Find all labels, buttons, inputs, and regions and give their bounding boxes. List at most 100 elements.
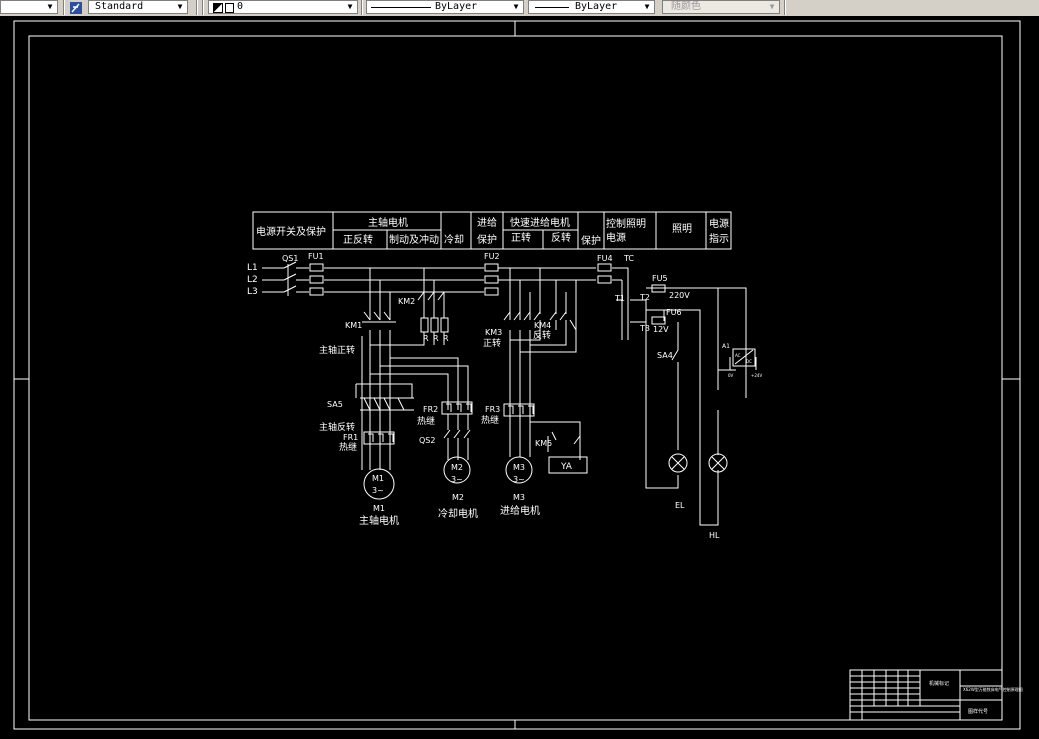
label-thermal2: 热继: [417, 415, 435, 427]
hdr-brake: 制动及冲动: [389, 233, 439, 246]
label-L1: L1: [247, 263, 258, 273]
m1-name: M1: [373, 504, 385, 513]
label-reverse: 反转: [533, 329, 551, 341]
motor-m2-phase: 3~: [451, 475, 463, 484]
label-spindle-rev: 主轴反转: [319, 421, 355, 433]
hdr-power-ind-1: 电源: [709, 217, 729, 230]
label-0v: 0V: [728, 373, 734, 378]
motor-m1-phase: 3~: [372, 486, 384, 495]
hdr-protect: 保护: [581, 234, 601, 247]
chevron-down-icon[interactable]: ▼: [174, 1, 186, 13]
label-24v: +24V: [751, 373, 762, 378]
drawing-canvas[interactable]: 电源开关及保护 主轴电机 正反转 制动及冲动 冷却 进给 保护 快速进给电机 正…: [0, 16, 1039, 739]
hdr-forward-reverse: 正反转: [343, 233, 373, 246]
label-dc: DC: [746, 359, 752, 364]
label-QS1: QS1: [282, 254, 298, 263]
hdr-lighting: 照明: [672, 223, 692, 235]
hdr-forward: 正转: [511, 231, 531, 244]
label-thermal1: 热继: [339, 441, 357, 453]
label-KM3: KM3: [485, 328, 502, 337]
chevron-down-icon[interactable]: ▼: [510, 1, 522, 13]
label-FU5: FU5: [652, 274, 668, 283]
label-EL: EL: [675, 501, 685, 510]
label-KM5: KM5: [535, 439, 552, 448]
toolbar-separator: [63, 0, 65, 15]
label-FR3: FR3: [485, 405, 500, 414]
chevron-down-icon[interactable]: ▼: [344, 1, 356, 13]
label-FU2: FU2: [484, 252, 500, 261]
m3-desc: 进给电机: [500, 504, 540, 517]
label-220V: 220V: [669, 291, 690, 300]
lineweight-preview: [535, 7, 569, 8]
hdr-feed: 进给: [477, 216, 497, 229]
toolbar-separator: [196, 0, 198, 15]
label-spindle-fwd: 主轴正转: [319, 344, 355, 356]
label-L3: L3: [247, 287, 258, 297]
label-12V: 12V: [653, 325, 669, 334]
toolbar-separator: [361, 0, 363, 15]
label-thermal3: 热继: [481, 414, 499, 426]
label-R2: R: [433, 334, 439, 343]
hdr-power-source: 电源: [606, 231, 626, 244]
lineweight-select[interactable]: ByLayer ▼: [528, 0, 655, 14]
plot-style-select[interactable]: 随颜色 ▼: [662, 0, 780, 14]
label-KM2: KM2: [398, 297, 415, 306]
hdr-fast-feed-motor: 快速进给电机: [510, 216, 570, 229]
text-style-value: Standard: [95, 1, 144, 12]
label-ac: AC: [735, 353, 741, 358]
label-HL: HL: [709, 531, 720, 540]
hdr-control-light: 控制照明: [606, 217, 646, 230]
label-KM1: KM1: [345, 321, 362, 330]
m2-name: M2: [452, 493, 464, 502]
linetype-select[interactable]: ByLayer ▼: [366, 0, 524, 14]
title-block-drawing-name: X62W型万能铣床电气控制原理图: [963, 686, 1023, 692]
label-YA: YA: [560, 462, 573, 472]
label-FU6: FU6: [666, 308, 682, 317]
layer-color-swatch: [225, 3, 234, 13]
layer-prev-field[interactable]: ▼: [0, 0, 58, 14]
hdr-power-ind-2: 指示: [709, 232, 729, 245]
label-TC: TC: [623, 254, 634, 263]
layer-state-icon: [213, 3, 223, 13]
hdr-power-switch: 电源开关及保护: [256, 225, 326, 238]
chevron-down-icon[interactable]: ▼: [641, 1, 653, 13]
label-T3: T3: [639, 324, 650, 333]
lineweight-value: ByLayer: [575, 1, 618, 12]
text-style-icon[interactable]: [69, 0, 83, 14]
plot-style-value: 随颜色: [671, 1, 701, 12]
linetype-value: ByLayer: [435, 1, 478, 12]
toolbar-separator: [202, 0, 204, 15]
label-L2: L2: [247, 275, 258, 285]
hdr-reverse: 反转: [551, 231, 571, 244]
hdr-spindle-motor: 主轴电机: [368, 216, 408, 229]
m3-name: M3: [513, 493, 525, 502]
label-SA5: SA5: [327, 400, 343, 409]
linetype-preview: [371, 7, 431, 8]
hdr-cooling: 冷却: [444, 233, 464, 246]
title-block-drawing-no: 图样代号: [968, 708, 988, 715]
title-block-caption: 机械标记: [929, 680, 949, 687]
m1-desc: 主轴电机: [359, 514, 399, 527]
m2-desc: 冷却电机: [438, 507, 478, 520]
label-R1: R: [423, 334, 429, 343]
chevron-down-icon[interactable]: ▼: [44, 1, 56, 13]
layer-name: 0: [237, 1, 244, 12]
motor-m2-label: M2: [451, 463, 463, 472]
motor-m3-phase: 3~: [513, 475, 525, 484]
label-T1: T1: [614, 294, 625, 303]
label-FR1: FR1: [343, 433, 358, 442]
layer-select[interactable]: 0 ▼: [208, 0, 358, 14]
label-A1: A1: [722, 343, 730, 350]
motor-m1-label: M1: [372, 474, 384, 483]
hdr-feed-protect: 保护: [477, 233, 497, 246]
label-QS2: QS2: [419, 436, 435, 445]
chevron-down-icon[interactable]: ▼: [766, 1, 778, 13]
label-R3: R: [443, 334, 449, 343]
label-SA4: SA4: [657, 351, 673, 360]
toolbar-separator: [784, 0, 786, 15]
label-FR2: FR2: [423, 405, 438, 414]
text-style-select[interactable]: Standard ▼: [88, 0, 188, 14]
label-FU1: FU1: [308, 252, 324, 261]
label-KM4: KM4: [534, 321, 551, 330]
motor-m3-label: M3: [513, 463, 525, 472]
